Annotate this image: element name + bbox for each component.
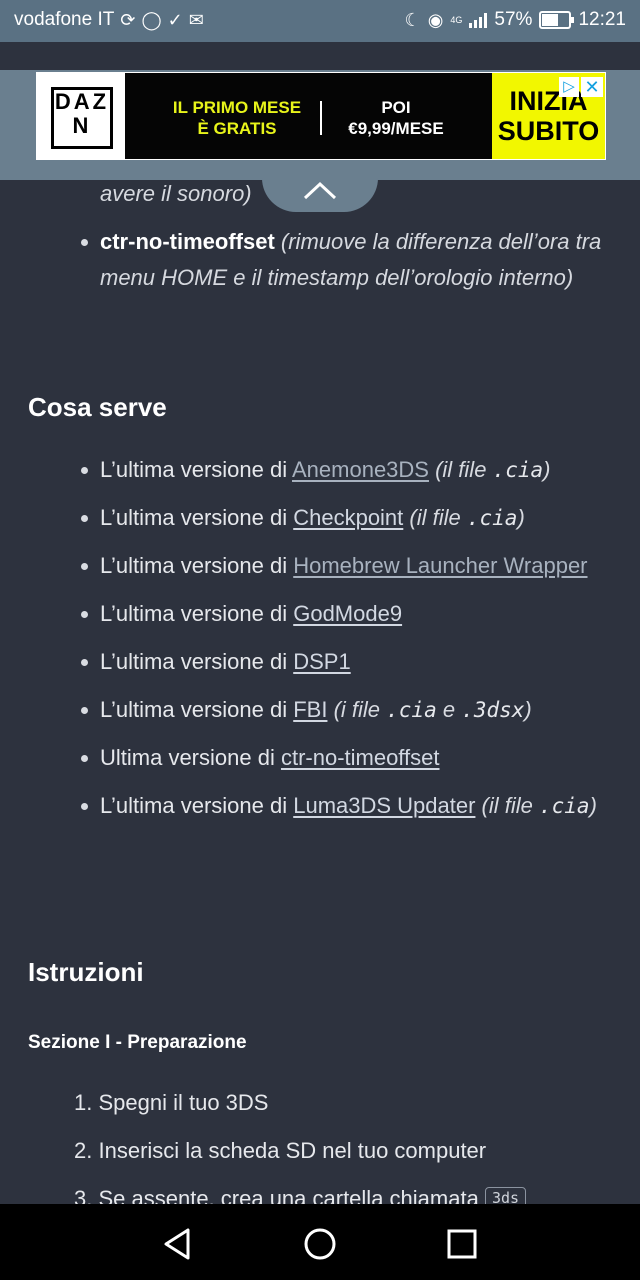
requirement-note: (i file bbox=[327, 697, 387, 722]
requirement-item: L’ultima versione di Anemone3DS (il file… bbox=[0, 452, 640, 488]
step-number: 3. bbox=[74, 1186, 93, 1204]
requirement-note: e bbox=[436, 697, 462, 722]
requirement-note: ) bbox=[543, 457, 551, 482]
adchoices-icon[interactable]: ▷ bbox=[559, 77, 579, 97]
do-not-disturb-moon-icon: ☾ bbox=[404, 10, 421, 30]
folder-code: 3ds bbox=[484, 1187, 527, 1204]
item-title: ctr-no-timeoffset bbox=[100, 229, 275, 254]
requirement-note: (il file bbox=[403, 505, 467, 530]
ad-offer-line2: È GRATIS bbox=[197, 119, 277, 138]
requirement-link[interactable]: Anemone3DS bbox=[292, 457, 429, 482]
clock: 12:21 bbox=[578, 9, 626, 30]
requirements-list: L’ultima versione di Anemone3DS (il file… bbox=[0, 452, 640, 836]
requirement-prefix: L’ultima versione di bbox=[100, 649, 294, 674]
file-extension: .cia bbox=[492, 458, 544, 482]
features-list-cont: ctr-no-timeoffset (rimuove la differenza… bbox=[0, 224, 640, 296]
requirement-item: L’ultima versione di GodMode9 bbox=[0, 596, 640, 632]
requirement-prefix: L’ultima versione di bbox=[100, 601, 294, 626]
ad-price-text: POI €9,99/MESE bbox=[337, 97, 455, 139]
ad-price-line2: €9,99/MESE bbox=[348, 119, 444, 138]
requirement-note: (il file bbox=[428, 457, 493, 482]
file-extension: .cia bbox=[386, 698, 437, 722]
dazn-ad[interactable]: DAZN IL PRIMO MESE È GRATIS POI €9,99/ME… bbox=[36, 72, 606, 160]
requirement-link[interactable]: GodMode9 bbox=[293, 601, 402, 626]
requirement-prefix: L’ultima versione di bbox=[100, 457, 292, 482]
requirement-link[interactable]: Homebrew Launcher Wrapper bbox=[293, 553, 587, 578]
step-text: Spegni il tuo 3DS bbox=[98, 1090, 269, 1115]
requirement-item: L’ultima versione di Luma3DS Updater (il… bbox=[0, 788, 640, 824]
step-number: 1. bbox=[74, 1090, 93, 1115]
heading-istruzioni: Istruzioni bbox=[28, 957, 144, 987]
home-button[interactable] bbox=[300, 1224, 340, 1264]
system-navigation-bar bbox=[0, 1204, 640, 1280]
download-done-icon: ✓ bbox=[167, 10, 183, 30]
battery-percent: 57% bbox=[494, 9, 533, 30]
heading-cosa-serve: Cosa serve bbox=[28, 392, 167, 422]
file-extension: .cia bbox=[539, 794, 590, 818]
file-extension: .3dsx bbox=[461, 698, 525, 722]
sync-icon: ⟳ bbox=[120, 10, 136, 30]
recents-button[interactable] bbox=[442, 1224, 482, 1264]
requirement-prefix: Ultima versione di bbox=[100, 745, 281, 770]
file-extension: .cia bbox=[466, 506, 518, 530]
requirement-prefix: L’ultima versione di bbox=[100, 553, 294, 578]
requirement-note: ) bbox=[517, 505, 525, 530]
requirement-link[interactable]: ctr-no-timeoffset bbox=[281, 745, 440, 770]
requirement-prefix: L’ultima versione di bbox=[100, 793, 294, 818]
ad-offer-text: IL PRIMO MESE È GRATIS bbox=[157, 97, 317, 139]
ad-price-line1: POI bbox=[381, 98, 411, 117]
battery-icon bbox=[539, 11, 575, 29]
back-button[interactable] bbox=[158, 1224, 198, 1264]
dazn-logo: DAZN bbox=[37, 73, 125, 159]
requirement-note: (il file bbox=[475, 793, 539, 818]
list-item-ctr-no-timeoffset: ctr-no-timeoffset (rimuove la differenza… bbox=[0, 224, 640, 296]
ad-close-button[interactable]: ✕ bbox=[581, 77, 603, 97]
article-content: avere il sonoro) .content ul.bullet-list… bbox=[0, 42, 640, 1204]
requirement-link[interactable]: Checkpoint bbox=[293, 505, 403, 530]
network-type: 4G bbox=[450, 14, 463, 25]
partial-item-text: avere il sonoro) bbox=[100, 181, 252, 206]
ad-offer-line1: IL PRIMO MESE bbox=[172, 98, 302, 117]
step-text: Inserisci la scheda SD nel tuo computer bbox=[98, 1138, 487, 1163]
eye-comfort-icon: ◉ bbox=[427, 10, 444, 30]
whatsapp-icon: ◯ bbox=[141, 10, 162, 30]
requirement-item: L’ultima versione di DSP1 bbox=[0, 644, 640, 680]
ad-collapse-button[interactable] bbox=[262, 178, 378, 212]
requirement-item: L’ultima versione di Homebrew Launcher W… bbox=[0, 548, 640, 584]
step-2: 2. Inserisci la scheda SD nel tuo comput… bbox=[74, 1138, 486, 1164]
dazn-logo-text: DAZN bbox=[51, 87, 113, 149]
ad-banner-container: DAZN IL PRIMO MESE È GRATIS POI €9,99/ME… bbox=[0, 70, 640, 180]
requirement-link[interactable]: FBI bbox=[293, 697, 327, 722]
carrier-name: vodafone IT bbox=[14, 9, 115, 30]
mail-icon: ✉ bbox=[188, 10, 204, 30]
requirement-item: Ultima versione di ctr-no-timeoffset bbox=[0, 740, 640, 776]
step-number: 2. bbox=[74, 1138, 93, 1163]
ad-divider bbox=[320, 101, 322, 135]
signal-strength-icon bbox=[469, 12, 488, 28]
requirement-prefix: L’ultima versione di bbox=[100, 697, 294, 722]
status-bar: vodafone IT ⟳ ◯ ✓ ✉ ☾ ◉ 4G 57% 12:21 bbox=[0, 0, 640, 42]
requirement-link[interactable]: DSP1 bbox=[293, 649, 350, 674]
ad-cta-line2: SUBITO bbox=[497, 116, 600, 146]
step-1: 1. Spegni il tuo 3DS bbox=[74, 1090, 268, 1116]
requirement-note: ) bbox=[524, 697, 532, 722]
requirement-link[interactable]: Luma3DS Updater bbox=[293, 793, 475, 818]
requirement-item: L’ultima versione di FBI (i file .cia e … bbox=[0, 692, 640, 728]
chevron-up-icon bbox=[303, 181, 337, 200]
requirement-item: L’ultima versione di Checkpoint (il file… bbox=[0, 500, 640, 536]
section-title: Sezione I - Preparazione bbox=[28, 1032, 247, 1053]
step-3: 3. Se assente, crea una cartella chiamat… bbox=[74, 1186, 527, 1204]
requirement-prefix: L’ultima versione di bbox=[100, 505, 294, 530]
step-text: Se assente, crea una cartella chiamata bbox=[98, 1186, 479, 1204]
requirement-note: ) bbox=[589, 793, 597, 818]
